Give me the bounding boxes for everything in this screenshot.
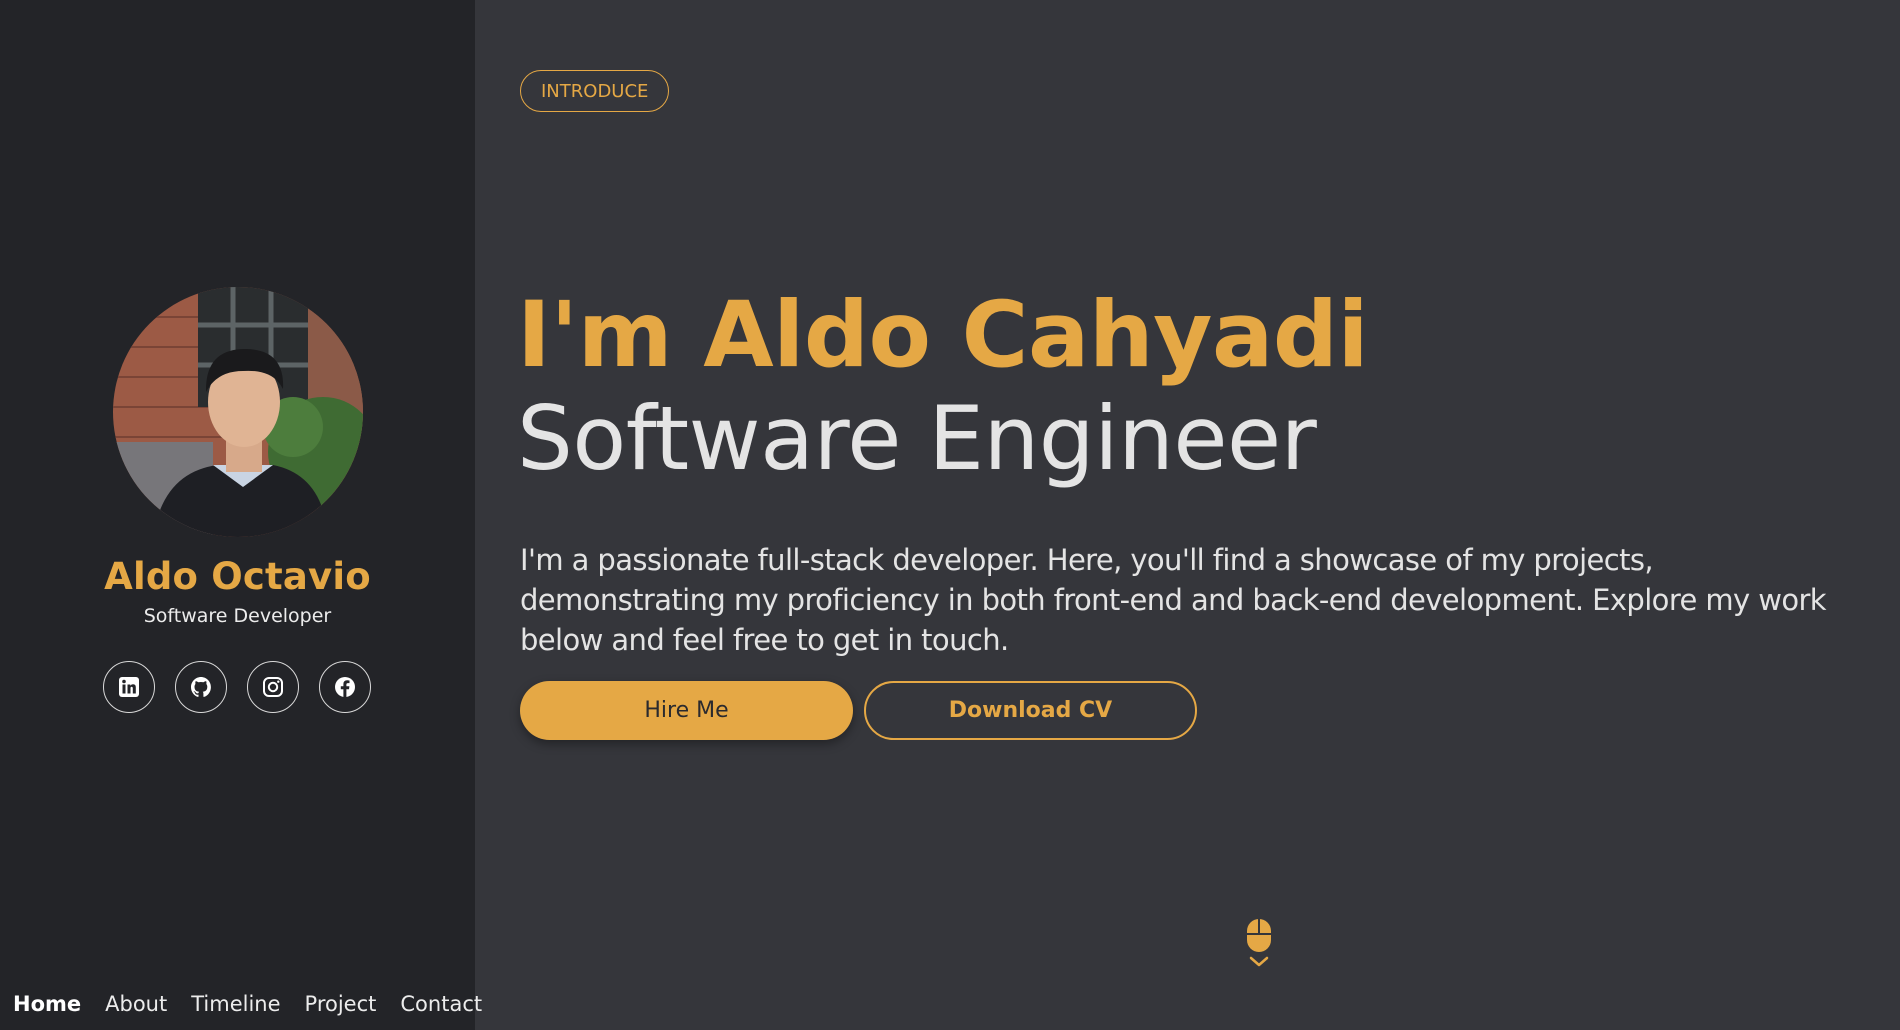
nav-about[interactable]: About <box>105 992 167 1016</box>
github-button[interactable] <box>175 661 227 713</box>
profile-avatar <box>113 287 363 537</box>
nav-project[interactable]: Project <box>305 992 377 1016</box>
profile-role: Software Developer <box>143 605 332 627</box>
page: Aldo Octavio Software Developer Home Abo… <box>0 0 1900 1030</box>
facebook-button[interactable] <box>319 661 371 713</box>
hire-me-button[interactable]: Hire Me <box>520 681 853 740</box>
bottom-nav: Home About Timeline Project Contact <box>13 992 482 1016</box>
nav-contact[interactable]: Contact <box>400 992 482 1016</box>
download-cv-button[interactable]: Download CV <box>864 681 1197 740</box>
introduce-badge: INTRODUCE <box>520 70 670 112</box>
social-links <box>103 661 371 713</box>
github-icon <box>191 677 211 697</box>
mouse-scroll-icon[interactable] <box>1246 918 1272 970</box>
nav-home[interactable]: Home <box>13 992 81 1016</box>
instagram-button[interactable] <box>247 661 299 713</box>
sidebar: Aldo Octavio Software Developer Home Abo… <box>0 0 482 1030</box>
linkedin-icon <box>119 677 139 697</box>
nav-timeline[interactable]: Timeline <box>191 992 280 1016</box>
linkedin-button[interactable] <box>103 661 155 713</box>
instagram-icon <box>263 677 283 697</box>
hero-description: I'm a passionate full-stack developer. H… <box>520 543 1827 657</box>
hero-role: Software Engineer <box>517 387 1317 490</box>
hero-name: I'm Aldo Cahyadi <box>517 283 1369 388</box>
facebook-icon <box>335 677 355 697</box>
profile-name: Aldo Octavio <box>104 555 371 598</box>
